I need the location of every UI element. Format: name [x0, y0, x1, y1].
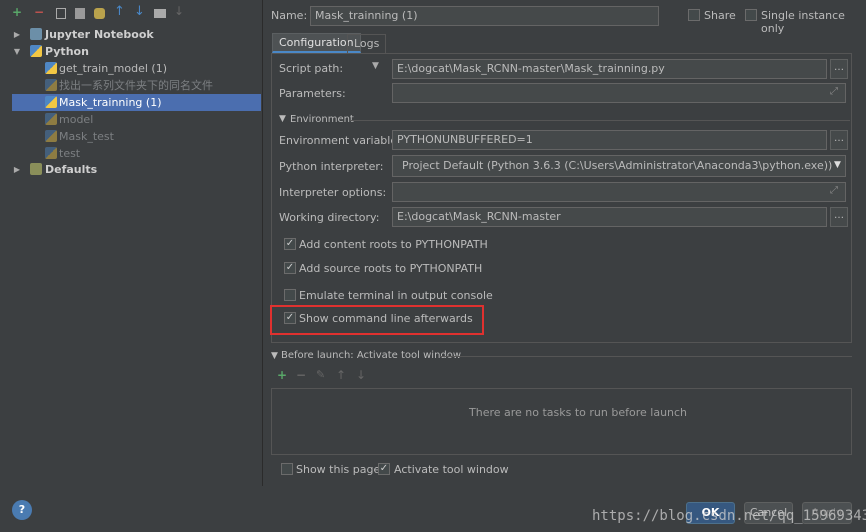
show-page-label: Show this page	[296, 463, 381, 476]
run-config-tree-panel: + − ↑ ↓ ↓ ▶ Jupyter Notebook ▼ Python ge…	[0, 0, 262, 486]
add-source-roots-label: Add source roots to PYTHONPATH	[299, 262, 483, 275]
tree-label: Defaults	[45, 163, 98, 176]
single-instance-label: Single instance only	[761, 9, 845, 35]
add-source-roots-checkbox[interactable]: ✓	[284, 262, 296, 274]
tree-item-model[interactable]: model	[0, 111, 262, 128]
show-page-checkbox[interactable]	[281, 463, 293, 475]
section-divider	[350, 120, 850, 121]
move-up-icon[interactable]: ↑	[114, 4, 125, 19]
tree-item-mask-trainning[interactable]: Mask_trainning (1)	[12, 94, 261, 111]
tree-item-get-train-model[interactable]: get_train_model (1)	[0, 60, 262, 77]
tree-label: Jupyter Notebook	[45, 28, 154, 41]
edit-task-icon[interactable]: ✎	[316, 368, 325, 381]
chevron-down-icon[interactable]: ▼	[834, 160, 841, 170]
interpreter-label: Python interpreter:	[279, 160, 384, 173]
working-dir-field[interactable]: E:\dogcat\Mask_RCNN-master	[392, 207, 827, 227]
tree-label: Mask_trainning (1)	[59, 96, 162, 109]
copy-icon[interactable]	[56, 8, 66, 19]
python-icon	[30, 45, 42, 57]
section-divider	[440, 356, 852, 357]
tree-label: model	[59, 113, 94, 126]
tab-logs[interactable]: Logs	[347, 34, 387, 54]
tree-item-mask-test[interactable]: Mask_test	[0, 128, 262, 145]
script-path-field[interactable]: E:\dogcat\Mask_RCNN-master\Mask_trainnin…	[392, 59, 827, 79]
expand-icon[interactable]: ⤢	[830, 185, 838, 196]
before-launch-title: Before launch: Activate tool window	[281, 350, 462, 361]
edit-env-vars-button[interactable]: …	[830, 130, 848, 150]
emulate-terminal-checkbox[interactable]	[284, 289, 296, 301]
python-file-icon	[45, 96, 57, 108]
add-task-icon[interactable]: +	[277, 368, 287, 382]
tree-item-jupyter[interactable]: ▶ Jupyter Notebook	[0, 26, 262, 43]
interp-options-label: Interpreter options:	[279, 186, 387, 199]
edit-defaults-icon[interactable]	[94, 8, 105, 19]
python-file-icon	[45, 79, 57, 91]
watermark: https://blog.csdn.net/qq_15969343	[592, 508, 866, 524]
python-file-icon	[45, 147, 57, 159]
activate-tool-window-checkbox[interactable]: ✓	[378, 463, 390, 475]
save-icon[interactable]	[75, 8, 85, 19]
single-instance-checkbox[interactable]	[745, 9, 757, 21]
name-field[interactable]: Mask_trainning (1)	[310, 6, 659, 26]
python-file-icon	[45, 130, 57, 142]
tree-item-test[interactable]: test	[0, 145, 262, 162]
tree-label: 找出一系列文件夹下的同名文件	[59, 79, 213, 92]
tree-item-same-name-files[interactable]: 找出一系列文件夹下的同名文件	[0, 77, 262, 94]
tree-label: test	[59, 147, 81, 160]
browse-script-button[interactable]: …	[830, 59, 848, 79]
move-up-icon[interactable]: ↑	[336, 368, 346, 382]
working-dir-label: Working directory:	[279, 211, 380, 224]
expand-icon[interactable]: ⤢	[830, 86, 838, 97]
sort-icon[interactable]: ↓	[174, 4, 184, 18]
python-file-icon	[45, 113, 57, 125]
activate-tool-window-label: Activate tool window	[394, 463, 509, 476]
tree-label: Mask_test	[59, 130, 114, 143]
browse-working-dir-button[interactable]: …	[830, 207, 848, 227]
chevron-right-icon[interactable]: ▶	[12, 161, 22, 178]
before-launch-task-list[interactable]	[271, 388, 852, 455]
jupyter-icon	[30, 28, 42, 40]
share-label: Share	[704, 9, 736, 22]
add-content-roots-label: Add content roots to PYTHONPATH	[299, 238, 488, 251]
interpreter-select[interactable]: Project Default (Python 3.6.3 (C:\Users\…	[392, 155, 846, 177]
interp-options-field[interactable]	[392, 182, 846, 202]
script-path-label: Script path:	[279, 62, 344, 75]
env-vars-label: Environment variables:	[279, 134, 407, 147]
name-label: Name:	[271, 9, 308, 22]
tree-label: get_train_model (1)	[59, 62, 167, 75]
share-checkbox[interactable]	[688, 9, 700, 21]
add-content-roots-checkbox[interactable]: ✓	[284, 238, 296, 250]
move-down-icon[interactable]: ↓	[134, 4, 145, 19]
move-down-icon[interactable]: ↓	[356, 368, 366, 382]
remove-task-icon[interactable]: −	[296, 368, 306, 382]
panel-divider[interactable]	[262, 0, 263, 486]
chevron-down-icon[interactable]: ▼	[12, 43, 22, 60]
help-button[interactable]: ?	[12, 500, 32, 520]
emulate-terminal-label: Emulate terminal in output console	[299, 289, 493, 302]
python-file-icon	[45, 62, 57, 74]
remove-icon[interactable]: −	[34, 5, 44, 19]
chevron-right-icon[interactable]: ▶	[12, 26, 22, 43]
tree-label: Python	[45, 45, 89, 58]
tree-item-python[interactable]: ▼ Python	[0, 43, 262, 60]
highlight-box	[270, 305, 484, 335]
empty-tasks-text: There are no tasks to run before launch	[469, 406, 688, 419]
tree-item-defaults[interactable]: ▶ Defaults	[0, 161, 262, 178]
add-icon[interactable]: +	[12, 5, 22, 19]
environment-section-title: Environment	[290, 114, 354, 125]
script-type-dropdown-icon[interactable]: ▼	[372, 61, 379, 71]
parameters-label: Parameters:	[279, 87, 346, 100]
collapse-icon[interactable]: ▼	[271, 351, 278, 361]
defaults-icon	[30, 163, 42, 175]
folder-icon[interactable]	[154, 9, 166, 18]
parameters-field[interactable]	[392, 83, 846, 103]
env-vars-field[interactable]: PYTHONUNBUFFERED=1	[392, 130, 827, 150]
collapse-icon[interactable]: ▼	[279, 114, 286, 124]
